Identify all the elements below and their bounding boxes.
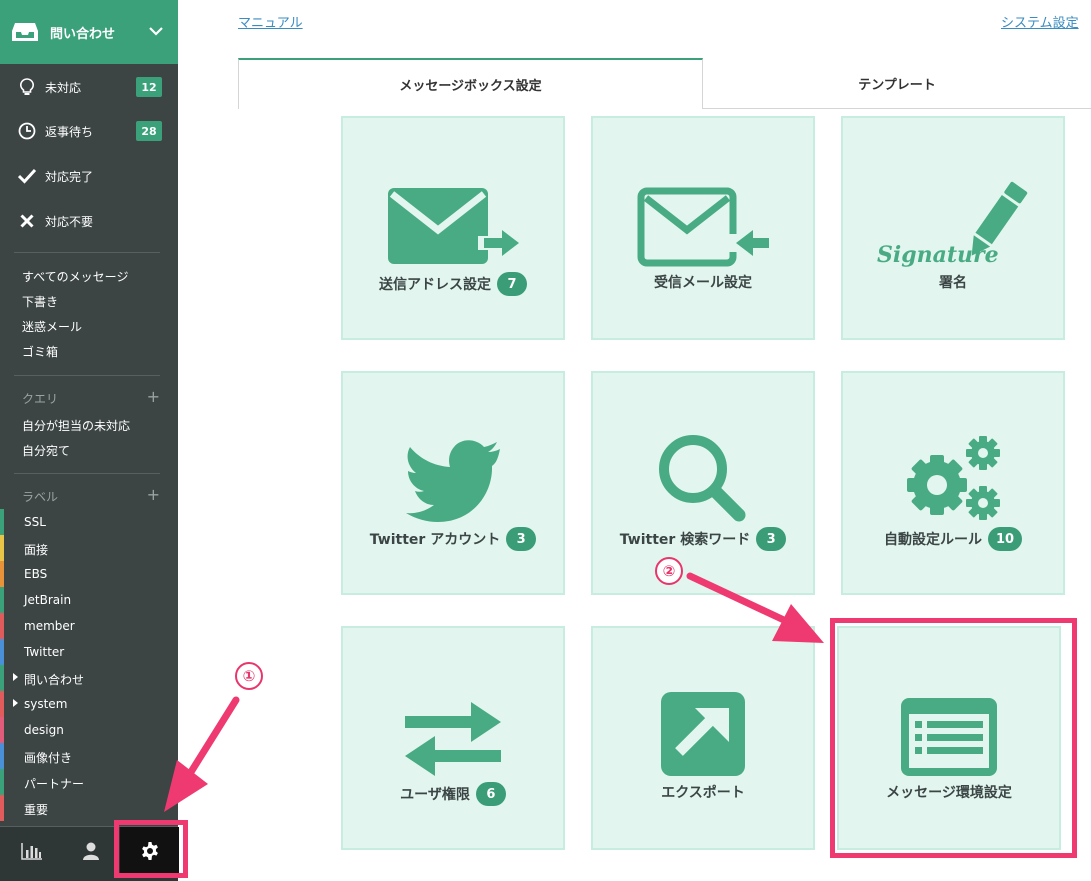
arrow-head-1: [164, 760, 208, 812]
step-marker-1: ①: [235, 662, 263, 690]
annotation-arrows: [164, 572, 824, 812]
app-root: 問い合わせ 未対応 12 返事待ち 28 対応完了 対応不要 すべてのメッセージ…: [0, 0, 1091, 881]
arrow-head-2: [772, 604, 824, 643]
step-marker-2: ②: [655, 557, 683, 585]
